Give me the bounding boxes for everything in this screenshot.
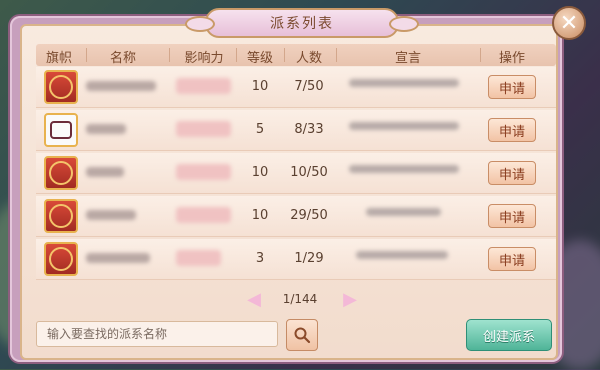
table-row: 10 29/50 申请 [36, 196, 556, 237]
apply-button[interactable]: 申请 [488, 161, 536, 185]
table-row: 3 1/29 申请 [36, 239, 556, 280]
chevron-left-icon[interactable]: ◀ [246, 290, 262, 310]
header-influence: 影响力 [184, 51, 224, 66]
table-row: 10 10/50 申请 [36, 153, 556, 194]
influence-redacted [176, 207, 231, 223]
header-members: 人数 [295, 51, 322, 66]
apply-button[interactable]: 申请 [488, 75, 536, 99]
faction-flag-icon [44, 113, 78, 147]
influence-redacted [176, 164, 231, 180]
level-cell: 3 [255, 251, 265, 266]
pagination: ◀ 1/144 ▶ [0, 288, 600, 312]
header-declaration: 宣言 [394, 51, 421, 66]
declaration-redacted [349, 79, 459, 87]
header-level: 等级 [246, 51, 273, 66]
faction-name-redacted [86, 124, 126, 134]
members-cell: 7/50 [294, 79, 324, 94]
level-cell: 5 [255, 122, 265, 137]
chevron-right-icon[interactable]: ▶ [342, 290, 358, 310]
members-cell: 10/50 [290, 165, 328, 180]
members-cell: 8/33 [294, 122, 324, 137]
apply-button[interactable]: 申请 [488, 118, 536, 142]
close-icon: ✕ [559, 10, 579, 36]
members-cell: 29/50 [290, 208, 328, 223]
search-input[interactable] [36, 321, 278, 347]
search-icon [294, 327, 311, 344]
declaration-redacted [349, 165, 459, 173]
faction-name-redacted [86, 253, 150, 263]
influence-redacted [176, 78, 231, 94]
faction-flag-icon [44, 156, 78, 190]
level-cell: 10 [251, 79, 269, 94]
faction-name-redacted [86, 81, 156, 91]
apply-button[interactable]: 申请 [488, 204, 536, 228]
declaration-redacted [366, 208, 441, 216]
level-cell: 10 [251, 208, 269, 223]
close-button[interactable]: ✕ [552, 6, 586, 40]
level-cell: 10 [251, 165, 269, 180]
search-button[interactable] [286, 319, 318, 351]
faction-name-redacted [86, 167, 124, 177]
faction-flag-icon [44, 70, 78, 104]
faction-flag-icon [44, 199, 78, 233]
dialog-title: 派系列表 [185, 8, 419, 38]
declaration-redacted [349, 122, 459, 130]
declaration-redacted [356, 251, 448, 259]
apply-button[interactable]: 申请 [488, 247, 536, 271]
influence-redacted [176, 250, 221, 266]
header-name: 名称 [109, 51, 136, 66]
influence-redacted [176, 121, 231, 137]
table-row: 10 7/50 申请 [36, 67, 556, 108]
header-flag: 旗帜 [45, 51, 72, 66]
members-cell: 1/29 [294, 251, 324, 266]
page-indicator: 1/144 [282, 292, 318, 306]
faction-name-redacted [86, 210, 136, 220]
header-action: 操作 [498, 51, 525, 66]
table-header: 旗帜 名称 影响力 等级 人数 宣言 操作 [36, 44, 556, 66]
faction-flag-icon [44, 242, 78, 276]
table-row: 5 8/33 申请 [36, 110, 556, 151]
create-faction-button[interactable]: 创建派系 [466, 319, 552, 351]
